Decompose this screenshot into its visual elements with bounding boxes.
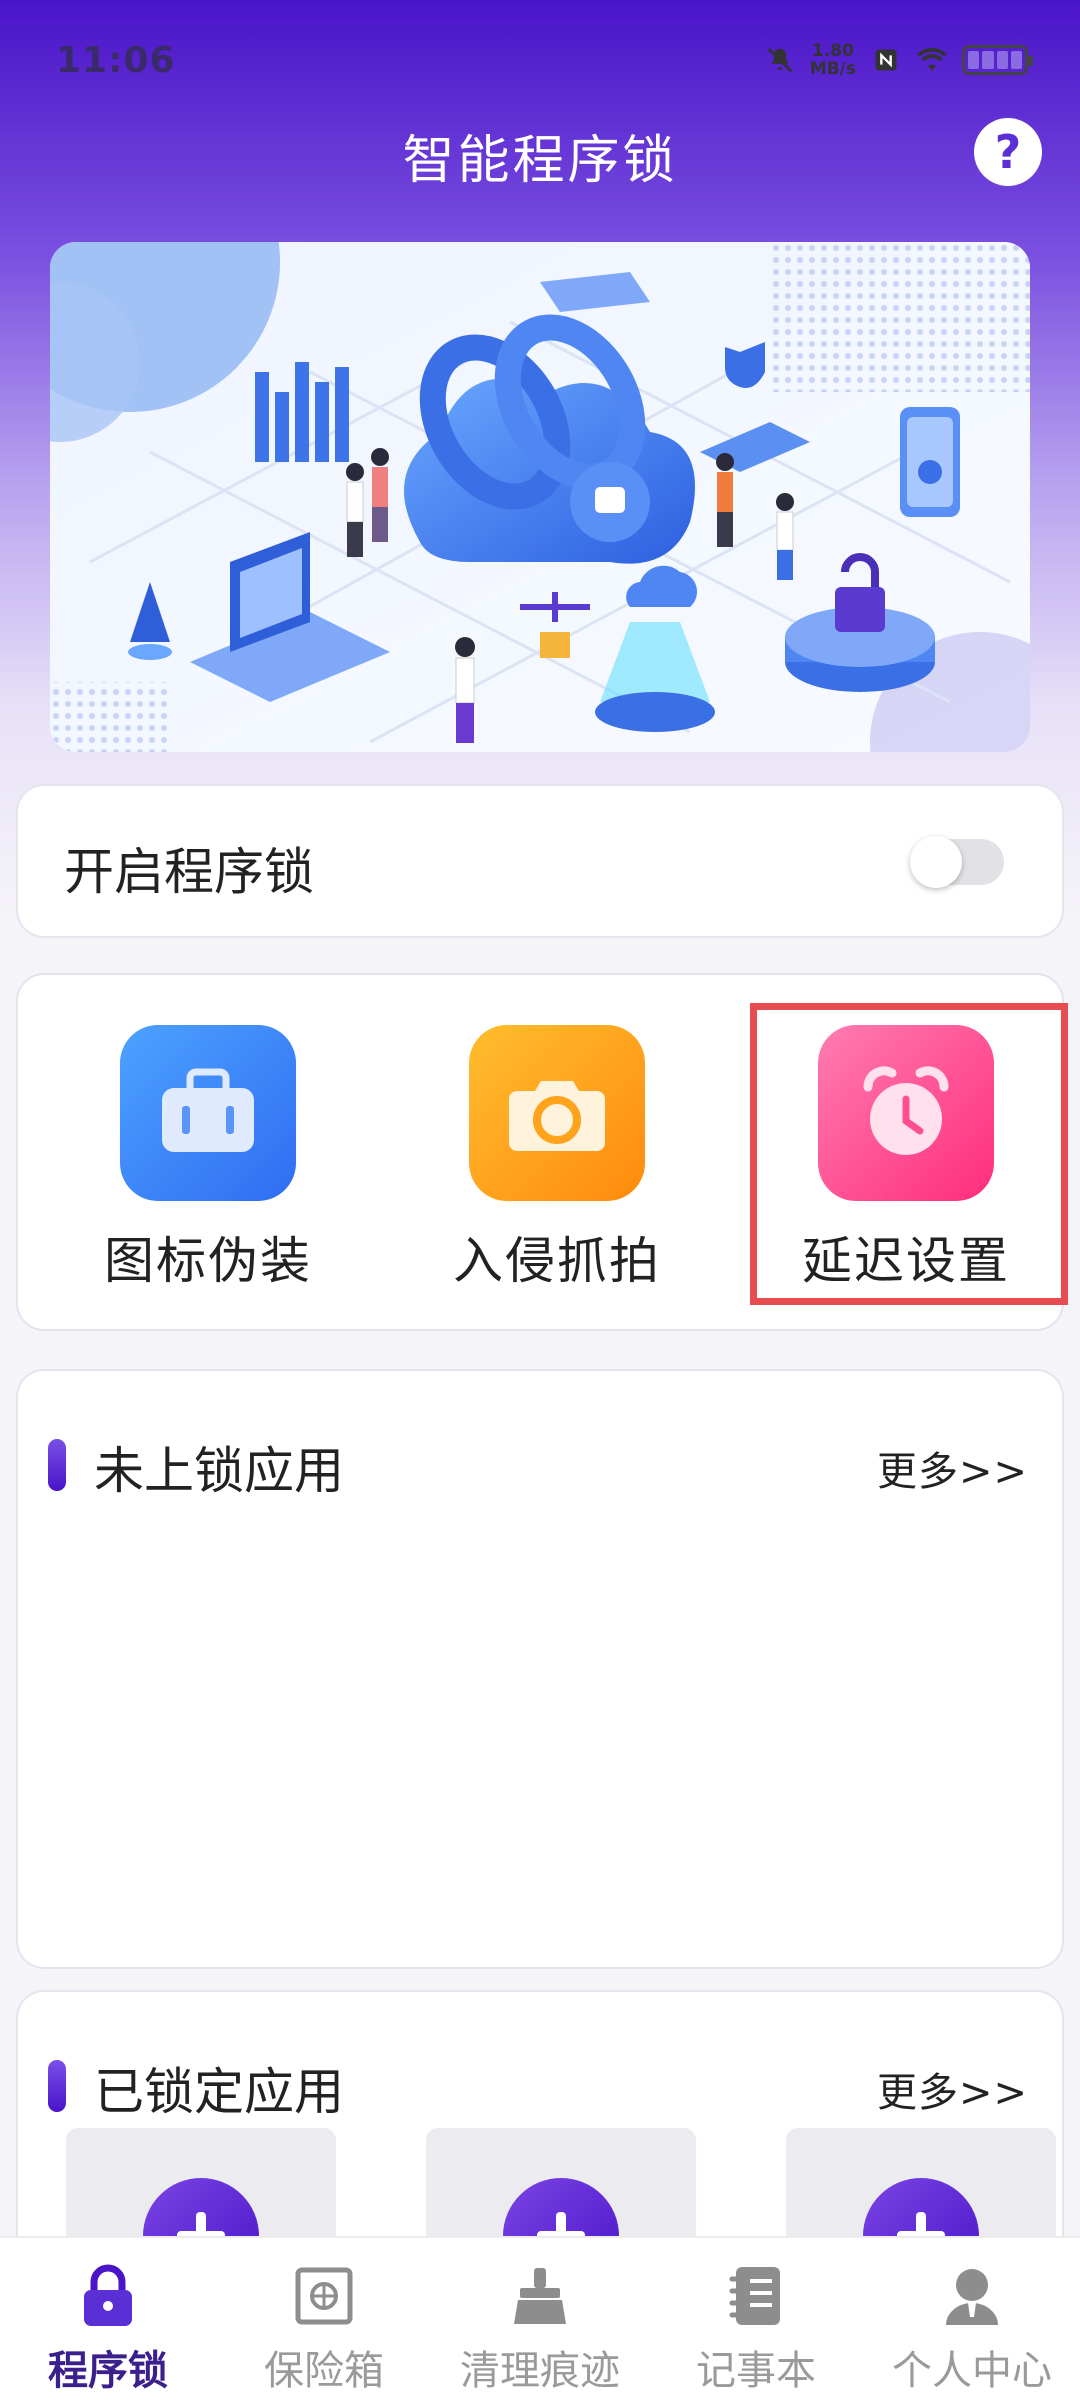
lock-toggle-label: 开启程序锁 bbox=[64, 843, 314, 901]
help-button[interactable]: ? bbox=[974, 118, 1042, 186]
nfc-icon bbox=[870, 44, 902, 76]
feature-icon-disguise[interactable]: 图标伪装 bbox=[58, 1025, 358, 1293]
locked-more-link[interactable]: 更多>> bbox=[877, 2060, 1028, 2118]
toggle-knob bbox=[910, 836, 962, 888]
lock-toggle-switch[interactable] bbox=[910, 836, 1004, 888]
mute-icon bbox=[764, 44, 796, 76]
camera-icon bbox=[469, 1025, 645, 1201]
nav-label: 清理痕迹 bbox=[460, 2348, 620, 2394]
nav-label: 记事本 bbox=[696, 2348, 816, 2394]
banner-illustration bbox=[50, 242, 1030, 752]
user-icon bbox=[864, 2260, 1080, 2332]
nav-item-profile[interactable]: 个人中心 bbox=[864, 2260, 1080, 2396]
section-title: 已锁定应用 bbox=[94, 2063, 344, 2121]
unlocked-more-link[interactable]: 更多>> bbox=[877, 1439, 1028, 1497]
feature-label: 图标伪装 bbox=[104, 1232, 312, 1290]
lock-toggle-card: 开启程序锁 bbox=[18, 786, 1062, 936]
status-time: 11:06 bbox=[56, 40, 176, 81]
nav-label: 程序锁 bbox=[48, 2348, 168, 2394]
broom-icon bbox=[432, 2260, 648, 2332]
page-title: 智能程序锁 bbox=[402, 131, 678, 191]
feature-label: 入侵抓拍 bbox=[453, 1232, 661, 1290]
feature-intrusion-capture[interactable]: 入侵抓拍 bbox=[407, 1025, 707, 1293]
unlocked-apps-card: 未上锁应用 更多>> bbox=[18, 1371, 1062, 1967]
section-title: 未上锁应用 bbox=[94, 1442, 344, 1500]
net-speed-value: 1.80 bbox=[811, 41, 854, 61]
nav-label: 个人中心 bbox=[892, 2348, 1052, 2394]
nav-item-safe[interactable]: 保险箱 bbox=[216, 2260, 432, 2396]
notebook-icon bbox=[648, 2260, 864, 2332]
battery-icon bbox=[962, 45, 1033, 75]
unlocked-apps-header: 未上锁应用 更多>> bbox=[48, 1431, 1028, 1500]
nav-label: 保险箱 bbox=[264, 2348, 384, 2394]
wifi-icon bbox=[916, 44, 948, 76]
nav-item-notebook[interactable]: 记事本 bbox=[648, 2260, 864, 2396]
smart-lock-illustration bbox=[50, 242, 1030, 752]
status-icons: 1.80 MB/s bbox=[764, 42, 1033, 78]
status-bar: 11:06 1.80 MB/s bbox=[0, 0, 1080, 120]
section-accent-bar bbox=[48, 1439, 66, 1491]
briefcase-icon bbox=[120, 1025, 296, 1201]
nav-item-app-lock[interactable]: 程序锁 bbox=[0, 2260, 216, 2396]
bottom-nav: 程序锁 保险箱 清理痕迹 记事本 个人中心 bbox=[0, 2236, 1080, 2408]
lock-icon bbox=[0, 2260, 216, 2332]
net-speed-unit: MB/s bbox=[809, 59, 856, 79]
safe-icon bbox=[216, 2260, 432, 2332]
net-speed: 1.80 MB/s bbox=[810, 42, 856, 78]
locked-apps-header: 已锁定应用 更多>> bbox=[48, 2052, 1028, 2121]
highlight-box bbox=[750, 1003, 1068, 1305]
nav-item-clean-traces[interactable]: 清理痕迹 bbox=[432, 2260, 648, 2396]
section-accent-bar bbox=[48, 2060, 66, 2112]
